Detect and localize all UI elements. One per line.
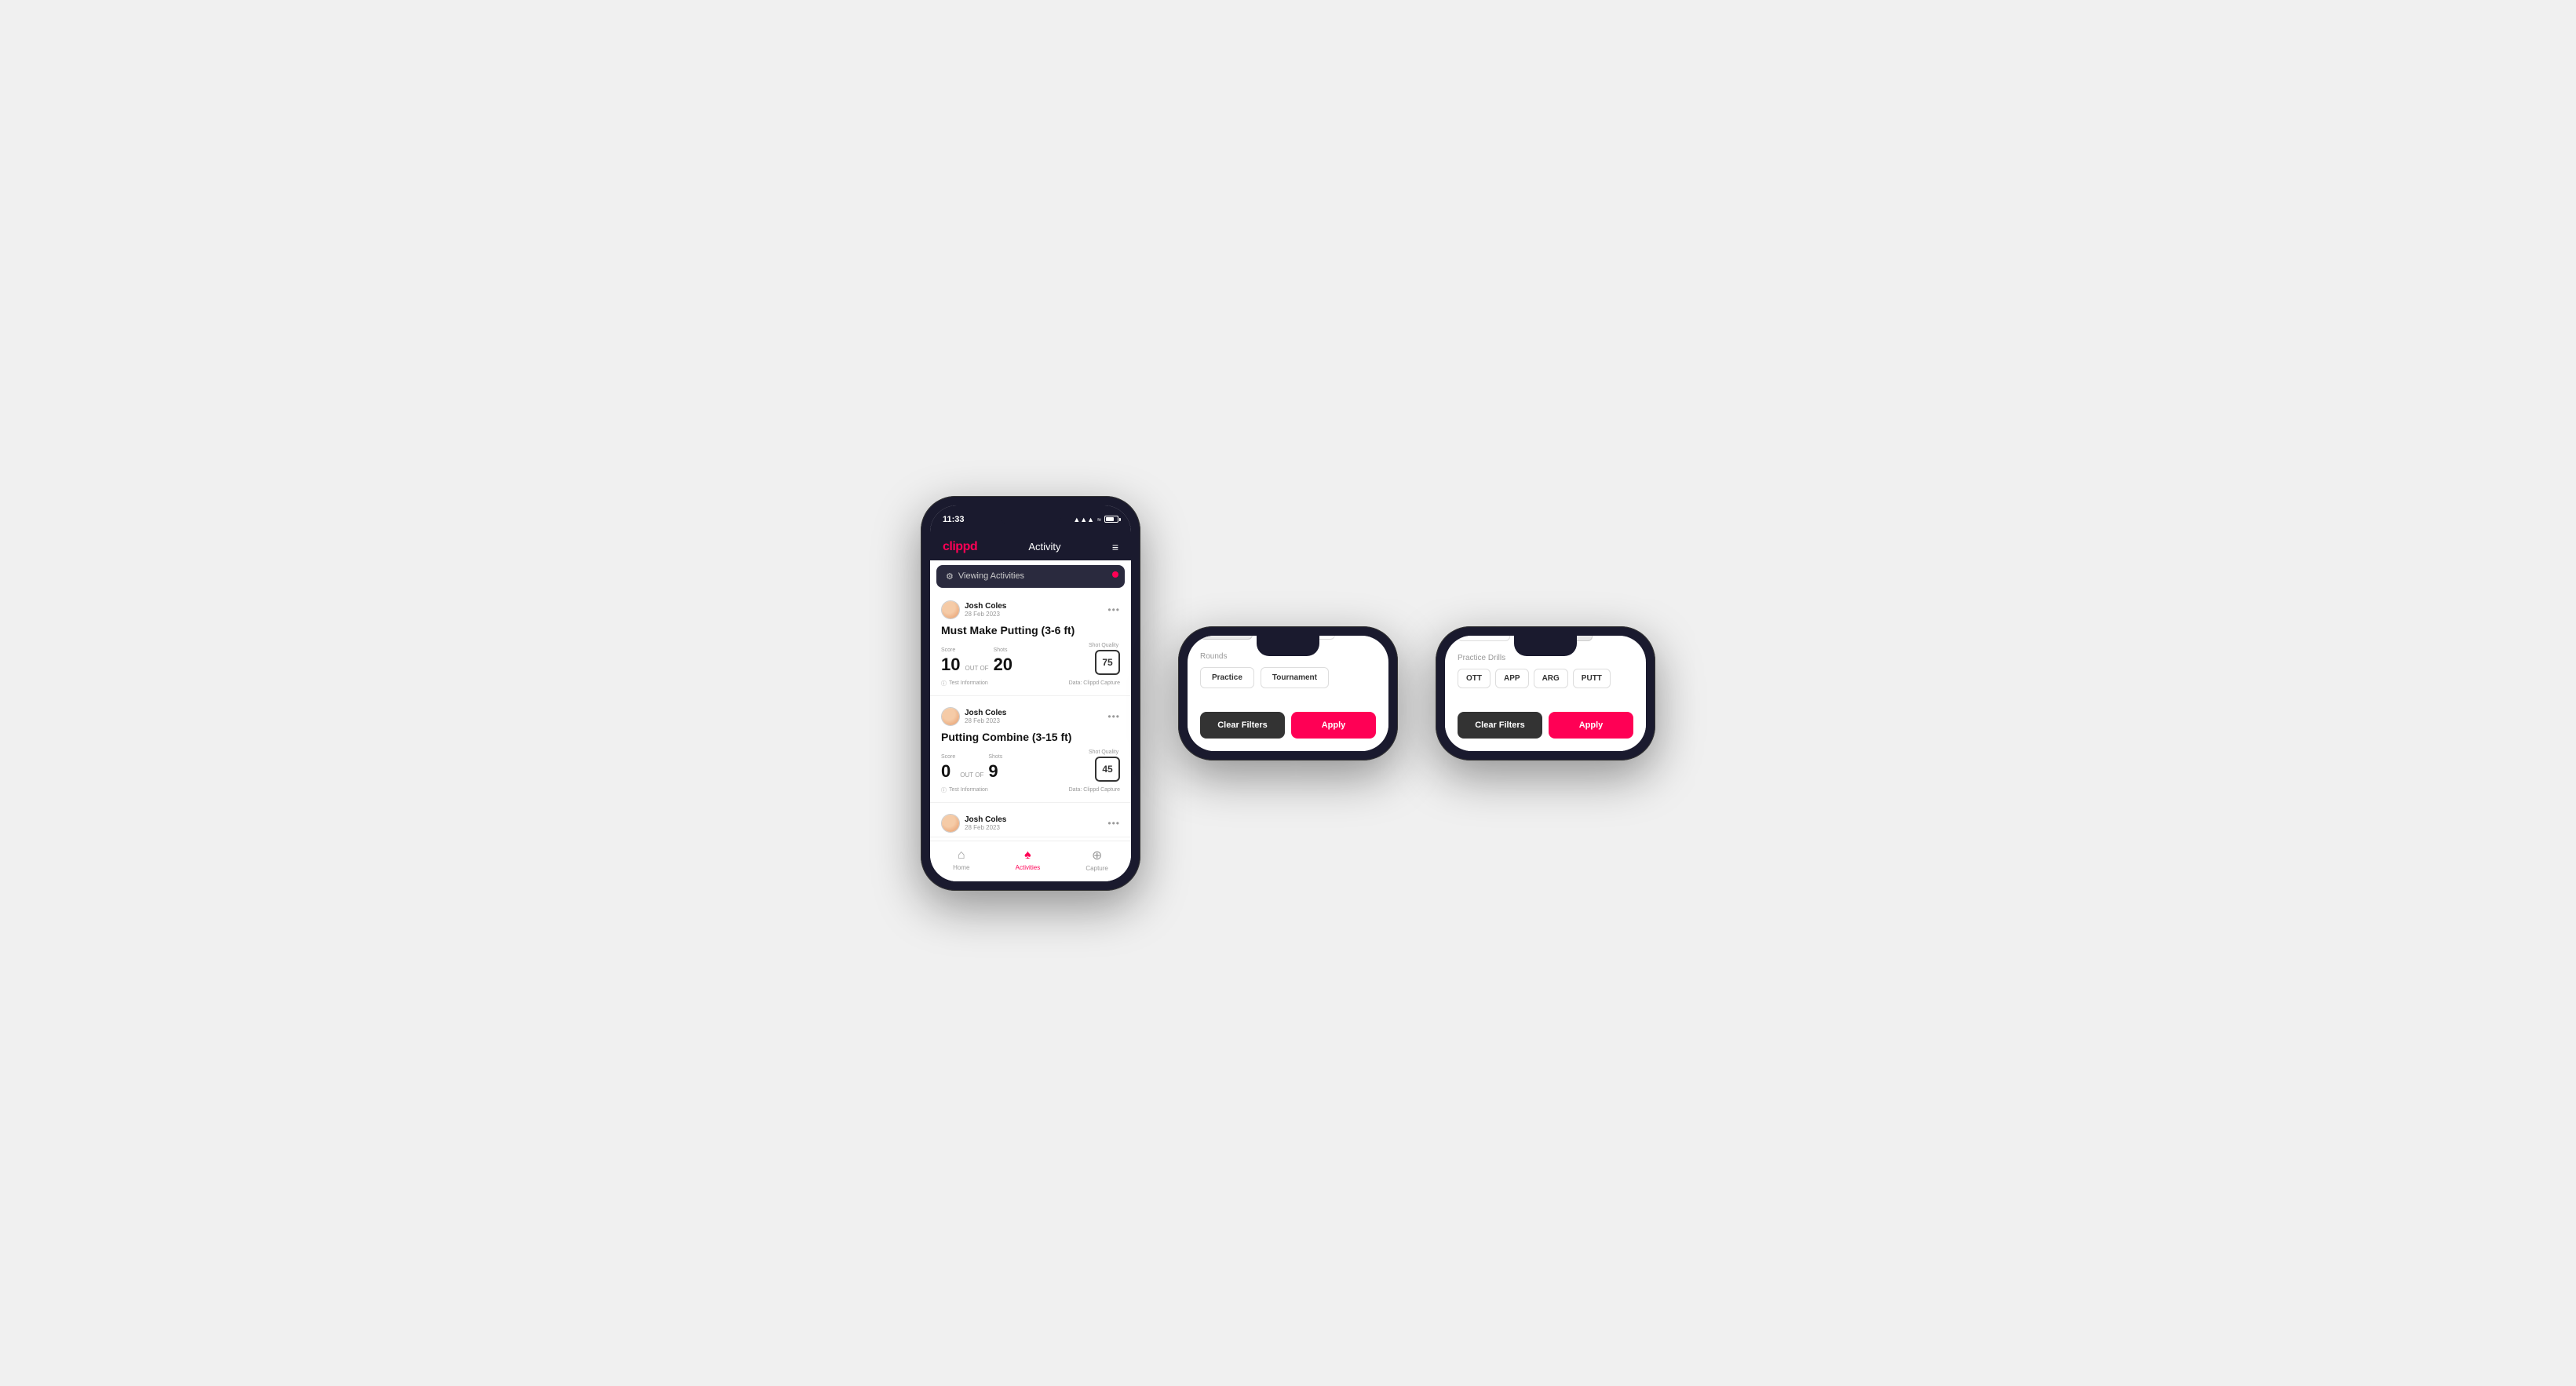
wifi-icon-2: ≈ [1355, 646, 1359, 654]
data-source-1: Data: Clippd Capture [1069, 680, 1120, 686]
filter-tournament-btn[interactable]: Tournament [1261, 667, 1329, 688]
battery-icon [1104, 516, 1118, 523]
filter-practice-btn[interactable]: Practice [1200, 667, 1254, 688]
signal-icon: ▲▲▲ [1073, 516, 1094, 523]
card-user-2: Josh Coles 28 Feb 2023 [941, 707, 1006, 726]
avatar-2 [941, 707, 960, 726]
header-title: Activity [1028, 541, 1060, 553]
battery-icon-2 [1362, 646, 1376, 653]
out-of-label-1: OUT OF [963, 665, 990, 672]
drill-app[interactable]: APP [1495, 669, 1529, 688]
status-icons-3: ▲▲▲ ≈ [1588, 646, 1633, 654]
score-label-2: Score [941, 754, 955, 760]
drill-tags-3: OTT APP ARG PUTT [1458, 669, 1633, 688]
drill-putt[interactable]: PUTT [1573, 669, 1611, 688]
activity-title-2: Putting Combine (3-15 ft) [941, 731, 1120, 743]
filter-rounds-btn-3[interactable]: Rounds [1458, 636, 1510, 641]
avatar-1 [941, 600, 960, 619]
viewing-activities-banner[interactable]: ⚙ Viewing Activities [936, 565, 1125, 588]
signal-icon-2: ▲▲▲ [1330, 646, 1352, 654]
card-user: Josh Coles 28 Feb 2023 [941, 600, 1006, 619]
shot-quality-label-2: Shot Quality [1089, 750, 1120, 755]
shot-quality-badge-2: 45 [1095, 757, 1120, 782]
apply-btn-2[interactable]: Apply [1291, 712, 1376, 739]
status-time: 11:33 [943, 515, 965, 524]
avatar-3 [941, 814, 960, 833]
activity-card-3: Josh Coles 28 Feb 2023 ••• [930, 806, 1131, 837]
user-date-2: 28 Feb 2023 [965, 717, 1006, 724]
app-header: clippd Activity ≡ [930, 534, 1131, 560]
capture-icon: ⊕ [1092, 848, 1102, 863]
card-user-3: Josh Coles 28 Feb 2023 [941, 814, 1006, 833]
score-label-1: Score [941, 647, 960, 653]
home-label: Home [953, 864, 969, 871]
more-icon-3[interactable]: ••• [1107, 818, 1120, 829]
drill-arg[interactable]: ARG [1534, 669, 1568, 688]
notch-2 [1257, 636, 1319, 656]
drill-ott[interactable]: OTT [1458, 669, 1491, 688]
filter-dot [1112, 571, 1118, 578]
activity-title-1: Must Make Putting (3-6 ft) [941, 624, 1120, 636]
filter-rounds-btn[interactable]: Rounds [1200, 636, 1253, 640]
user-date-1: 28 Feb 2023 [965, 611, 1006, 618]
user-name-2: Josh Coles [965, 709, 1006, 717]
shots-value-2: 9 [988, 761, 1002, 782]
notch [999, 505, 1062, 526]
shot-quality-label-1: Shot Quality [1089, 643, 1120, 648]
logo: clippd [943, 540, 977, 554]
scene: 11:33 ▲▲▲ ≈ clippd Activity ≡ ⚙ Vi [889, 449, 1687, 938]
shots-label-1: Shots [994, 647, 1013, 653]
activities-icon: ♠ [1024, 848, 1031, 863]
battery-icon-3 [1619, 646, 1633, 653]
nav-capture[interactable]: ⊕ Capture [1085, 848, 1107, 872]
activities-label: Activities [1016, 864, 1041, 871]
more-icon-2[interactable]: ••• [1107, 711, 1120, 722]
test-info-2: ⓘ Test Information [941, 786, 988, 794]
out-of-label-2: OUT OF [958, 771, 985, 779]
apply-btn-3[interactable]: Apply [1549, 712, 1633, 739]
score-value-2: 0 [941, 761, 955, 782]
test-info-1: ⓘ Test Information [941, 680, 988, 688]
shot-quality-badge-1: 75 [1095, 650, 1120, 675]
capture-label: Capture [1085, 865, 1107, 872]
status-icons: ▲▲▲ ≈ [1073, 516, 1118, 523]
user-date-3: 28 Feb 2023 [965, 824, 1006, 831]
phone-filter-practice: 11:33 ▲▲▲ ≈ clippd Activity ≡ ⚙ View [1436, 626, 1655, 760]
home-icon: ⌂ [958, 848, 965, 863]
shots-label-2: Shots [988, 754, 1002, 760]
signal-icon-3: ▲▲▲ [1588, 646, 1609, 654]
clear-filters-btn-2[interactable]: Clear Filters [1200, 712, 1285, 739]
nav-activities[interactable]: ♠ Activities [1016, 848, 1041, 871]
filter-icon: ⚙ [946, 571, 954, 582]
score-value-1: 10 [941, 655, 960, 675]
wifi-icon-3: ≈ [1612, 646, 1616, 654]
status-icons-2: ▲▲▲ ≈ [1330, 646, 1376, 654]
clear-filters-btn-3[interactable]: Clear Filters [1458, 712, 1542, 739]
user-name-1: Josh Coles [965, 602, 1006, 611]
more-icon-1[interactable]: ••• [1107, 604, 1120, 615]
phone-activities: 11:33 ▲▲▲ ≈ clippd Activity ≡ ⚙ Vi [921, 496, 1140, 891]
sheet-footer-3: Clear Filters Apply [1445, 712, 1646, 739]
nav-home[interactable]: ⌂ Home [953, 848, 969, 871]
bottom-nav: ⌂ Home ♠ Activities ⊕ Capture [930, 841, 1131, 881]
status-time-2: 11:33 [1200, 645, 1222, 655]
user-name-3: Josh Coles [965, 815, 1006, 824]
viewing-label: Viewing Activities [958, 571, 1024, 581]
rounds-options-2: Practice Tournament [1200, 667, 1376, 688]
status-time-3: 11:33 [1458, 645, 1480, 655]
data-source-2: Data: Clippd Capture [1069, 787, 1120, 793]
shots-value-1: 20 [994, 655, 1013, 675]
notch-3 [1514, 636, 1577, 656]
activity-card-1: Josh Coles 28 Feb 2023 ••• Must Make Put… [930, 593, 1131, 696]
activity-card-2: Josh Coles 28 Feb 2023 ••• Putting Combi… [930, 699, 1131, 803]
phone-filter-rounds: 11:33 ▲▲▲ ≈ clippd Activity ≡ ⚙ View [1178, 626, 1398, 760]
sheet-footer-2: Clear Filters Apply [1188, 712, 1388, 739]
menu-icon[interactable]: ≡ [1112, 541, 1118, 553]
wifi-icon: ≈ [1097, 516, 1101, 523]
